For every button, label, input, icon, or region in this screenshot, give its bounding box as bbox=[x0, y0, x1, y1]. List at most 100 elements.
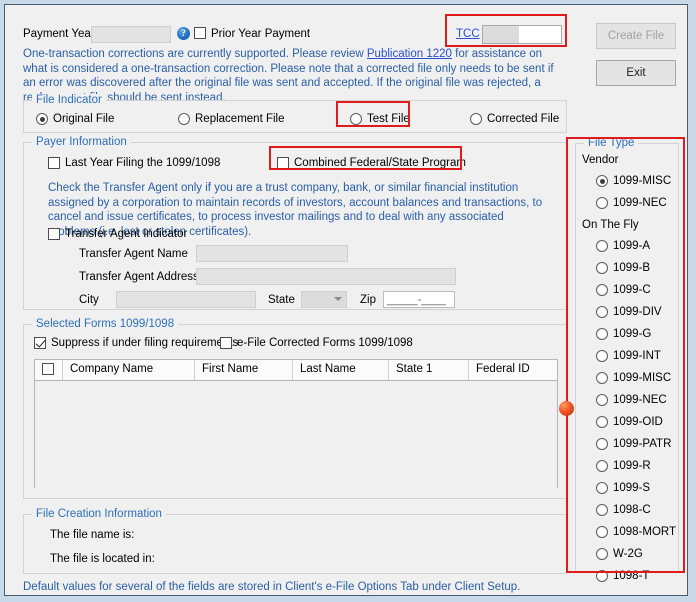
selected-forms-title: Selected Forms 1099/1098 bbox=[32, 318, 179, 330]
label-otf-1099-r: 1099-R bbox=[613, 460, 651, 472]
label-otf-1099-g: 1099-G bbox=[613, 328, 652, 340]
radio-otf-1099-s[interactable] bbox=[596, 482, 608, 494]
radio-otf-1098-c[interactable] bbox=[596, 504, 608, 516]
transfer-agent-address-input[interactable] bbox=[196, 268, 456, 285]
table-body bbox=[35, 381, 557, 488]
last-year-filing-label: Last Year Filing the 1099/1098 bbox=[65, 157, 221, 169]
transfer-agent-indicator-label: Transfer Agent Indicator bbox=[65, 228, 188, 240]
prior-year-payment-checkbox[interactable] bbox=[194, 27, 206, 39]
file-type-group: File Type Vendor 1099-MISC 1099-NEC On T… bbox=[575, 137, 679, 582]
notice-part-1: One-transaction corrections are currentl… bbox=[23, 48, 367, 60]
vendor-label: Vendor bbox=[582, 154, 619, 166]
label-otf-1099-a: 1099-A bbox=[613, 240, 651, 252]
label-otf-1099-int: 1099-INT bbox=[613, 350, 661, 362]
file-type-title: File Type bbox=[584, 137, 639, 149]
radio-otf-1099-c[interactable] bbox=[596, 284, 608, 296]
create-file-button[interactable]: Create File bbox=[596, 23, 676, 49]
last-year-filing-checkbox[interactable] bbox=[48, 157, 60, 169]
selected-forms-table[interactable]: Company Name First Name Last Name State … bbox=[34, 359, 558, 488]
label-vendor-1099-misc: 1099-MISC bbox=[613, 175, 672, 187]
publication-1220-link[interactable]: Publication 1220 bbox=[367, 48, 452, 60]
help-icon[interactable]: ? bbox=[177, 27, 190, 40]
column-header-company-name[interactable]: Company Name bbox=[63, 360, 195, 380]
selected-forms-group: Selected Forms 1099/1098 Suppress if und… bbox=[23, 318, 567, 499]
radio-otf-1099-r[interactable] bbox=[596, 460, 608, 472]
suppress-if-under-filing-label: Suppress if under filing requirements bbox=[51, 337, 239, 349]
transfer-agent-address-label: Transfer Agent Address bbox=[79, 271, 199, 283]
label-otf-1099-misc: 1099-MISC bbox=[613, 372, 672, 384]
label-test-file: Test File bbox=[367, 113, 410, 125]
radio-replacement-file[interactable] bbox=[178, 113, 190, 125]
select-all-checkbox[interactable] bbox=[42, 363, 54, 375]
city-input[interactable] bbox=[116, 291, 256, 308]
city-label: City bbox=[79, 294, 99, 306]
efile-corrected-forms-label: e-File Corrected Forms 1099/1098 bbox=[237, 337, 413, 349]
label-otf-1099-patr: 1099-PATR bbox=[613, 438, 672, 450]
radio-otf-1099-int[interactable] bbox=[596, 350, 608, 362]
table-select-all-header[interactable] bbox=[35, 360, 63, 380]
file-creation-information-group: File Creation Information The file name … bbox=[23, 508, 567, 574]
radio-test-file[interactable] bbox=[350, 113, 362, 125]
column-header-first-name[interactable]: First Name bbox=[195, 360, 293, 380]
radio-otf-1099-b[interactable] bbox=[596, 262, 608, 274]
radio-vendor-1099-nec[interactable] bbox=[596, 197, 608, 209]
payer-information-title: Payer Information bbox=[32, 136, 131, 148]
label-otf-1098-c: 1098-C bbox=[613, 504, 651, 516]
column-header-federal-id[interactable]: Federal ID bbox=[469, 360, 557, 380]
file-creation-information-title: File Creation Information bbox=[32, 508, 166, 520]
radio-otf-1099-g[interactable] bbox=[596, 328, 608, 340]
exit-button[interactable]: Exit bbox=[596, 60, 676, 86]
label-otf-1098-mort: 1098-MORT bbox=[613, 526, 677, 538]
label-otf-w-2g: W-2G bbox=[613, 548, 643, 560]
label-otf-1099-div: 1099-DIV bbox=[613, 306, 662, 318]
label-otf-1099-nec: 1099-NEC bbox=[613, 394, 667, 406]
radio-otf-1099-patr[interactable] bbox=[596, 438, 608, 450]
combined-federal-state-checkbox[interactable] bbox=[277, 157, 289, 169]
transfer-agent-indicator-checkbox[interactable] bbox=[48, 228, 60, 240]
file-location-label: The file is located in: bbox=[50, 553, 155, 565]
file-indicator-title: File Indicator bbox=[32, 94, 106, 106]
state-dropdown[interactable] bbox=[301, 291, 347, 308]
suppress-if-under-filing-checkbox[interactable] bbox=[34, 337, 46, 349]
radio-otf-1099-oid[interactable] bbox=[596, 416, 608, 428]
radio-otf-1099-a[interactable] bbox=[596, 240, 608, 252]
payer-information-group: Payer Information Last Year Filing the 1… bbox=[23, 136, 567, 310]
label-otf-1098-t: 1098-T bbox=[613, 570, 650, 582]
file-indicator-group: File Indicator Original File Replacement… bbox=[23, 94, 567, 133]
cursor-marker bbox=[559, 401, 574, 416]
label-otf-1099-b: 1099-B bbox=[613, 262, 651, 274]
radio-otf-1099-nec[interactable] bbox=[596, 394, 608, 406]
state-label: State bbox=[268, 294, 295, 306]
table-header-row: Company Name First Name Last Name State … bbox=[35, 360, 557, 381]
column-header-last-name[interactable]: Last Name bbox=[293, 360, 389, 380]
payment-year-label: Payment Year bbox=[23, 28, 95, 40]
combined-federal-state-label: Combined Federal/State Program bbox=[294, 157, 466, 169]
footer-note: Default values for several of the fields… bbox=[23, 581, 521, 593]
zip-label: Zip bbox=[360, 294, 376, 306]
radio-otf-1099-misc[interactable] bbox=[596, 372, 608, 384]
tcc-input[interactable] bbox=[482, 25, 562, 44]
label-vendor-1099-nec: 1099-NEC bbox=[613, 197, 667, 209]
tcc-link[interactable]: TCC bbox=[456, 28, 480, 40]
column-header-state-1[interactable]: State 1 bbox=[389, 360, 469, 380]
radio-original-file[interactable] bbox=[36, 113, 48, 125]
file-name-label: The file name is: bbox=[50, 529, 135, 541]
label-otf-1099-s: 1099-S bbox=[613, 482, 651, 494]
payment-year-input[interactable] bbox=[91, 26, 171, 43]
label-otf-1099-oid: 1099-OID bbox=[613, 416, 663, 428]
chevron-down-icon bbox=[334, 297, 342, 301]
transfer-agent-name-label: Transfer Agent Name bbox=[79, 248, 188, 260]
radio-vendor-1099-misc[interactable] bbox=[596, 175, 608, 187]
radio-otf-1098-mort[interactable] bbox=[596, 526, 608, 538]
label-otf-1099-c: 1099-C bbox=[613, 284, 651, 296]
radio-corrected-file[interactable] bbox=[470, 113, 482, 125]
zip-input[interactable]: _____-____ bbox=[383, 291, 455, 308]
radio-otf-w-2g[interactable] bbox=[596, 548, 608, 560]
transfer-agent-name-input[interactable] bbox=[196, 245, 348, 262]
efile-creation-window: Payment Year ? Prior Year Payment TCC Cr… bbox=[4, 4, 688, 596]
radio-otf-1099-div[interactable] bbox=[596, 306, 608, 318]
prior-year-payment-label: Prior Year Payment bbox=[211, 28, 311, 40]
efile-corrected-forms-checkbox[interactable] bbox=[220, 337, 232, 349]
radio-otf-1098-t[interactable] bbox=[596, 570, 608, 582]
label-replacement-file: Replacement File bbox=[195, 113, 285, 125]
